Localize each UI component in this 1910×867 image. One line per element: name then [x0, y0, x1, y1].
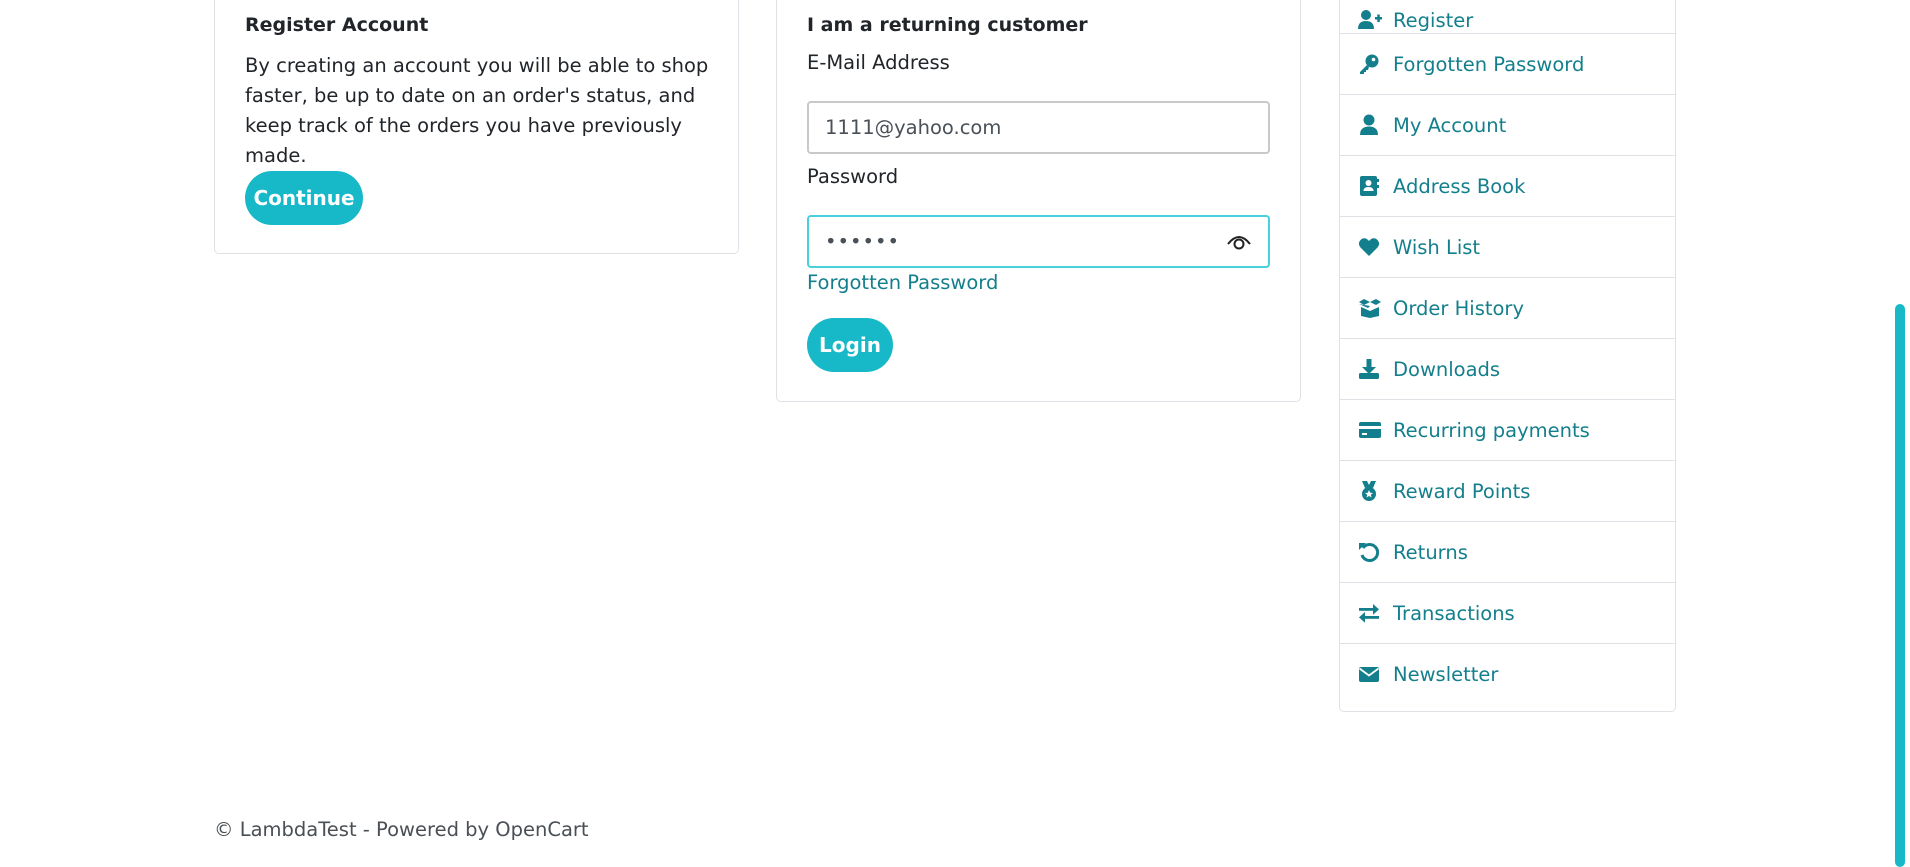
sidebar-item-label: Forgotten Password [1393, 52, 1585, 76]
envelope-icon [1358, 663, 1380, 685]
sidebar-item-label: Reward Points [1393, 479, 1531, 503]
sidebar-item-wish-list[interactable]: Wish List [1340, 216, 1675, 277]
footer-copyright: © LambdaTest - Powered by OpenCart [214, 818, 589, 841]
address-book-icon [1358, 175, 1380, 197]
forgotten-password-link[interactable]: Forgotten Password [807, 271, 998, 294]
medal-icon [1358, 480, 1380, 502]
sidebar-item-label: Returns [1393, 540, 1468, 564]
scrollbar-thumb[interactable] [1895, 304, 1905, 867]
password-field[interactable]: •••••• [807, 215, 1270, 268]
exchange-icon [1358, 602, 1380, 624]
register-account-card: Register Account By creating an account … [214, 0, 739, 254]
returning-customer-card: I am a returning customer E-Mail Address… [776, 0, 1301, 402]
register-account-title: Register Account [245, 14, 429, 36]
continue-button[interactable]: Continue [245, 171, 363, 225]
undo-icon [1358, 541, 1380, 563]
email-field[interactable]: 1111@yahoo.com [807, 101, 1270, 154]
account-sidebar: Register Forgotten Password My Account A… [1339, 0, 1676, 712]
email-label: E-Mail Address [807, 51, 950, 74]
sidebar-item-label: My Account [1393, 113, 1507, 137]
login-button[interactable]: Login [807, 318, 893, 372]
sidebar-item-label: Order History [1393, 296, 1524, 320]
sidebar-item-label: Wish List [1393, 235, 1481, 259]
sidebar-item-downloads[interactable]: Downloads [1340, 338, 1675, 399]
sidebar-item-label: Address Book [1393, 174, 1526, 198]
sidebar-item-label: Recurring payments [1393, 418, 1590, 442]
returning-customer-title: I am a returning customer [807, 14, 1088, 36]
sidebar-item-label: Register [1393, 9, 1474, 32]
email-value: 1111@yahoo.com [825, 116, 1002, 139]
sidebar-item-transactions[interactable]: Transactions [1340, 582, 1675, 643]
password-label: Password [807, 165, 899, 188]
sidebar-item-order-history[interactable]: Order History [1340, 277, 1675, 338]
sidebar-item-forgotten-password[interactable]: Forgotten Password [1340, 33, 1675, 94]
user-plus-icon [1358, 9, 1382, 31]
key-icon [1358, 53, 1380, 75]
sidebar-item-label: Transactions [1393, 601, 1515, 625]
sidebar-item-reward-points[interactable]: Reward Points [1340, 460, 1675, 521]
sidebar-item-label: Downloads [1393, 357, 1501, 381]
password-value: •••••• [825, 230, 901, 253]
box-open-icon [1358, 297, 1381, 319]
sidebar-item-my-account[interactable]: My Account [1340, 94, 1675, 155]
sidebar-item-label: Newsletter [1393, 662, 1499, 686]
show-password-icon[interactable] [1226, 232, 1252, 257]
download-icon [1358, 358, 1380, 380]
heart-icon [1358, 236, 1380, 258]
sidebar-item-returns[interactable]: Returns [1340, 521, 1675, 582]
sidebar-item-address-book[interactable]: Address Book [1340, 155, 1675, 216]
register-account-description: By creating an account you will be able … [245, 54, 709, 167]
credit-card-icon [1358, 419, 1381, 441]
user-icon [1358, 114, 1380, 136]
sidebar-item-newsletter[interactable]: Newsletter [1340, 643, 1675, 704]
sidebar-item-recurring-payments[interactable]: Recurring payments [1340, 399, 1675, 460]
